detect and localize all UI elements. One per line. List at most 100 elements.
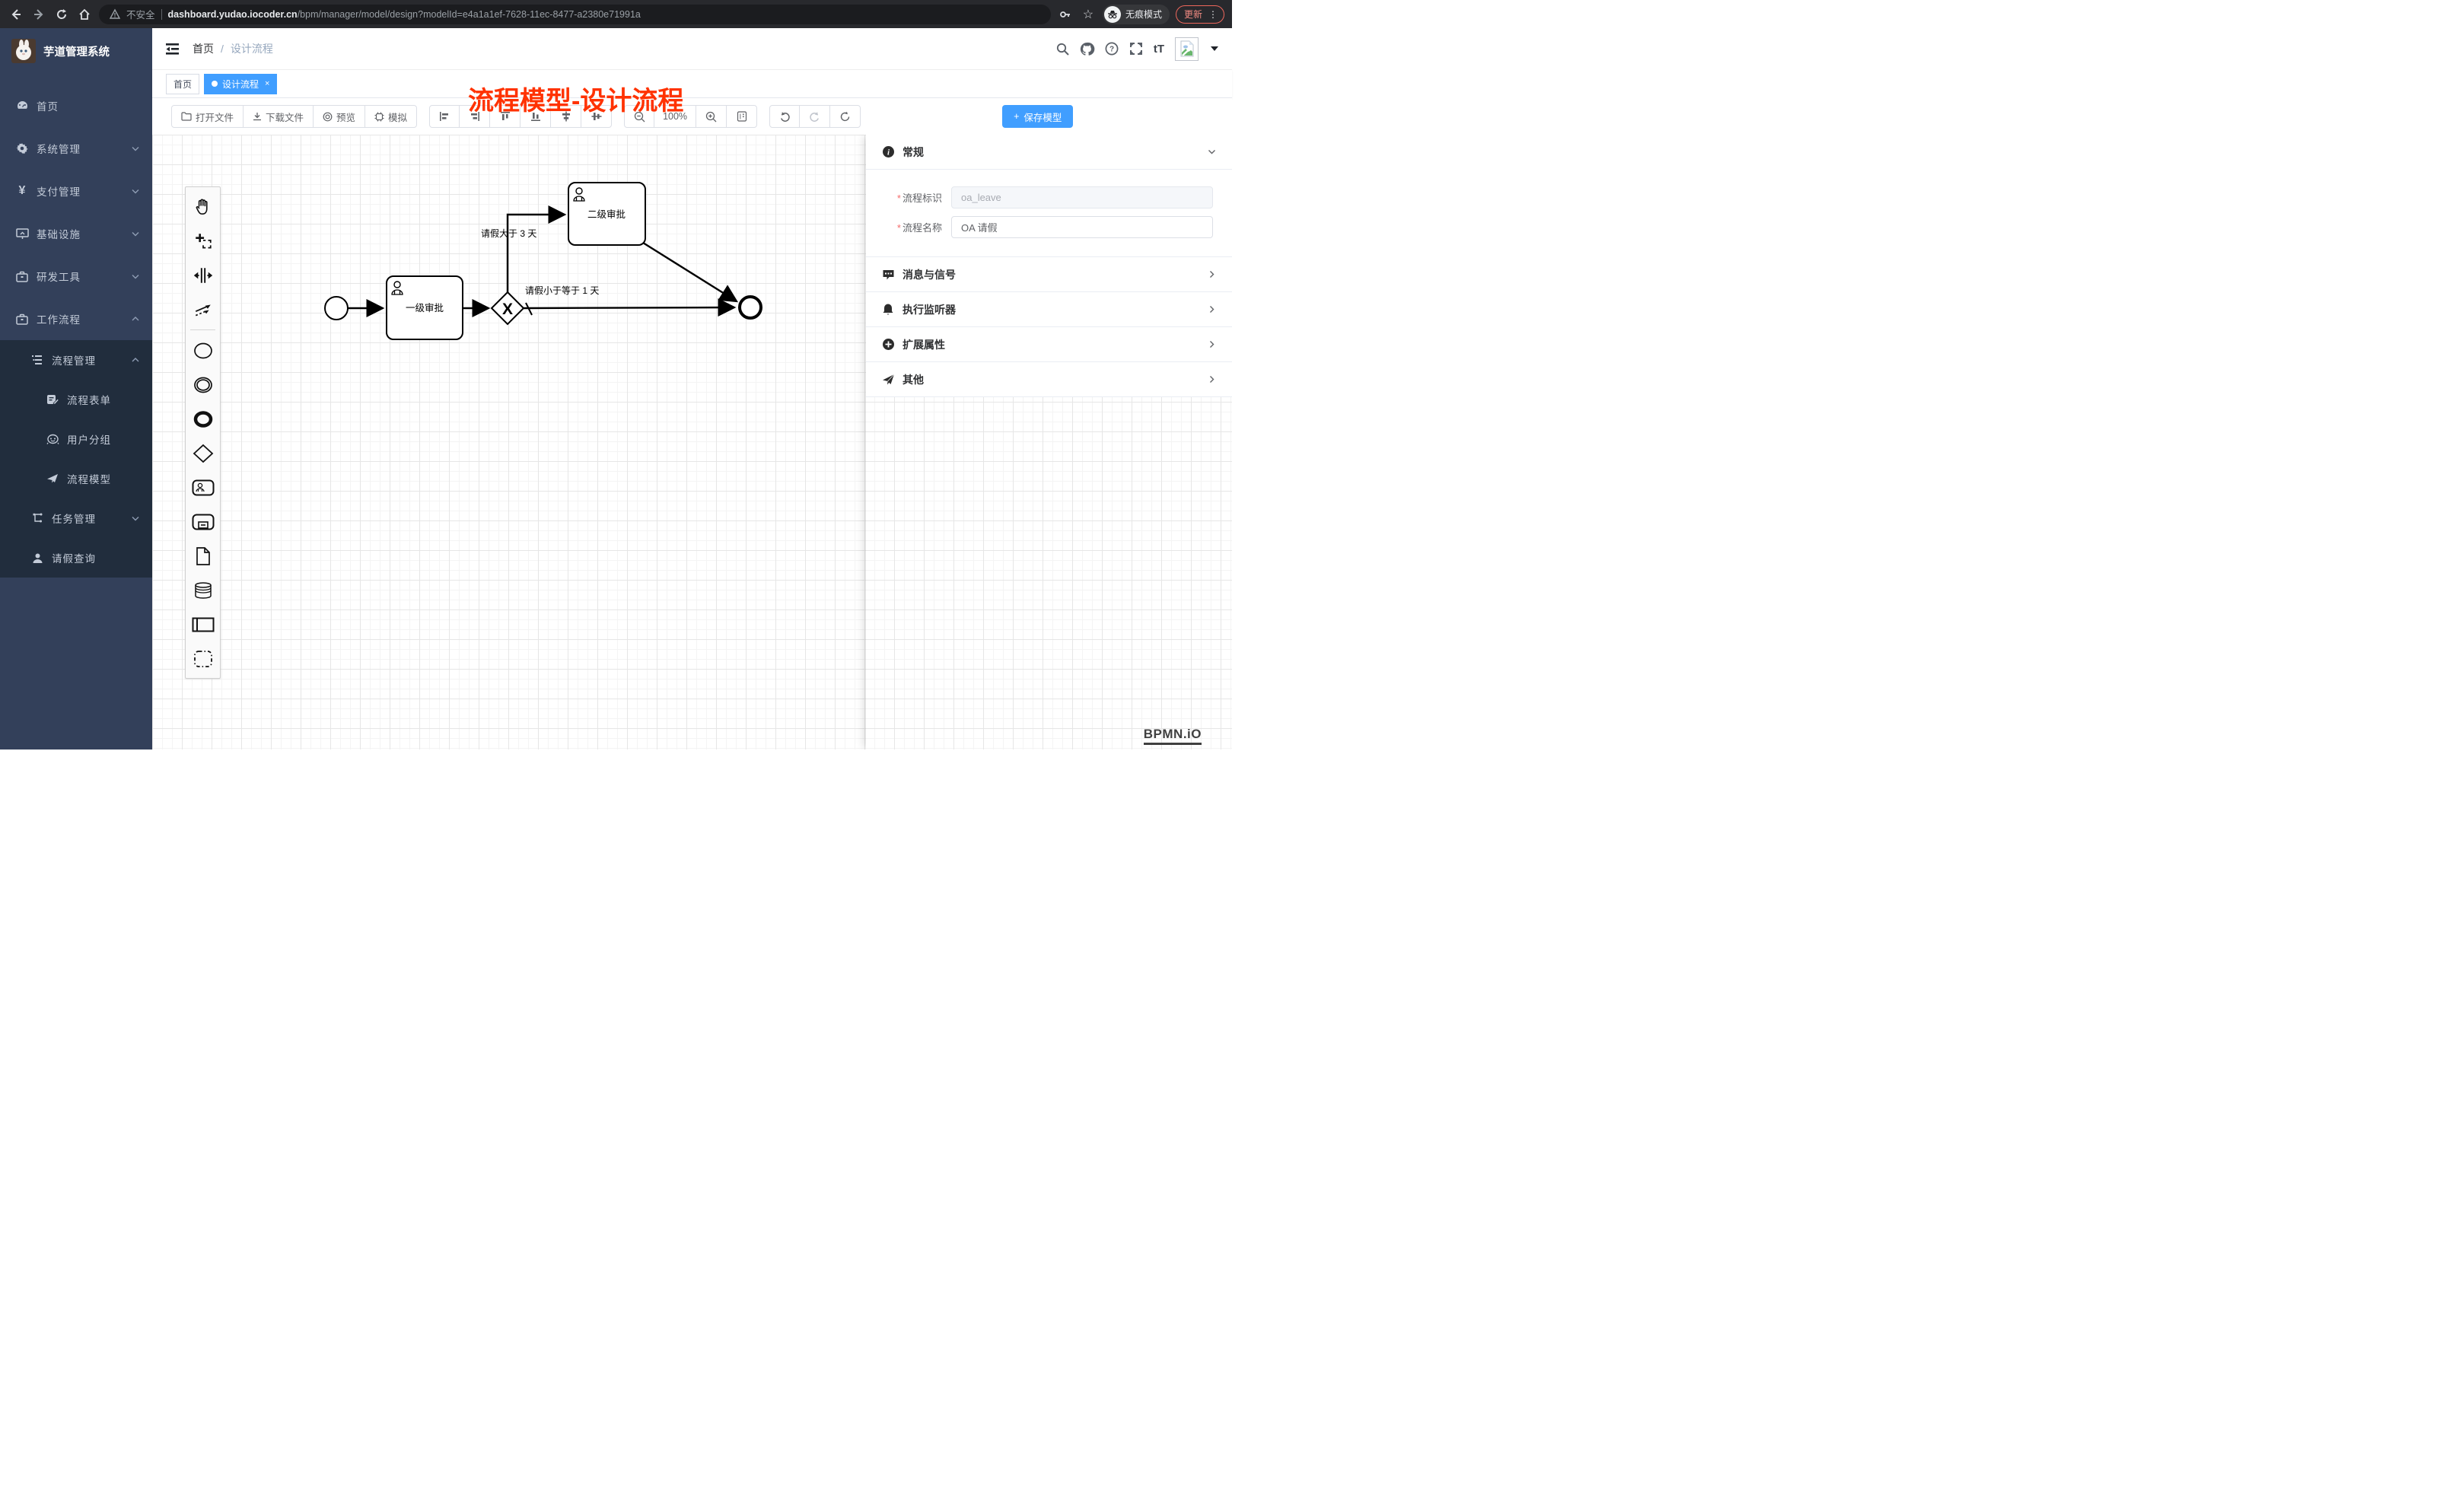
preview-button[interactable]: 预览 (314, 105, 365, 128)
task-first-approval[interactable]: 一级审批 (387, 276, 463, 339)
reload-icon[interactable] (53, 6, 70, 23)
divider (161, 9, 162, 20)
bookmark-star-icon[interactable]: ☆ (1080, 6, 1097, 23)
file-button-group: 打开文件 下载文件 预览 模拟 (171, 105, 417, 128)
align-right-icon[interactable] (460, 105, 490, 128)
fullscreen-icon[interactable] (1129, 42, 1143, 56)
align-center-vertical-icon[interactable] (551, 105, 581, 128)
participant-icon[interactable] (186, 607, 220, 641)
app-logo (11, 39, 36, 63)
github-icon[interactable] (1080, 42, 1094, 56)
data-store-icon[interactable] (186, 573, 220, 607)
tab-design-process[interactable]: 设计流程 × (204, 74, 277, 94)
sidebar-item-infrastructure[interactable]: 基础设施 (0, 212, 152, 255)
zoom-in-icon[interactable] (696, 105, 727, 128)
nav-header: 首页 / 设计流程 ? tT (152, 28, 1232, 70)
chevron-right-icon (1207, 339, 1217, 349)
incognito-label: 无痕模式 (1125, 8, 1162, 21)
plus-icon: + (1014, 111, 1019, 122)
group-icon[interactable] (186, 641, 220, 676)
password-key-icon[interactable] (1057, 6, 1074, 23)
sidebar-item-leave-query[interactable]: 请假查询 (0, 538, 152, 578)
security-label: 不安全 (126, 7, 155, 21)
start-event[interactable] (325, 297, 348, 320)
section-message-signal[interactable]: 消息与信号 (866, 257, 1232, 292)
section-general[interactable]: i 常规 (866, 135, 1232, 170)
undo-icon[interactable] (769, 105, 800, 128)
back-icon[interactable] (8, 6, 24, 23)
help-icon[interactable]: ? (1105, 42, 1119, 56)
sidebar-item-dev-tools[interactable]: 研发工具 (0, 255, 152, 298)
sidebar-item-user-groups[interactable]: 用户分组 (0, 419, 152, 459)
end-event[interactable] (740, 297, 761, 318)
align-top-icon[interactable] (490, 105, 520, 128)
open-file-button[interactable]: 打开文件 (171, 105, 244, 128)
redo-icon[interactable] (800, 105, 830, 128)
chevron-down-icon (131, 186, 140, 196)
home-icon[interactable] (76, 6, 93, 23)
sidebar-item-home[interactable]: 首页 (0, 84, 152, 127)
search-icon[interactable] (1056, 43, 1069, 56)
task-second-approval[interactable]: 二级审批 (568, 183, 645, 245)
section-other[interactable]: 其他 (866, 362, 1232, 397)
exclusive-gateway[interactable]: X (492, 292, 524, 324)
process-key-label: 流程标识 (903, 193, 942, 204)
save-model-button[interactable]: + 保存模型 (1002, 105, 1073, 128)
fit-viewport-icon[interactable] (727, 105, 757, 128)
align-left-icon[interactable] (429, 105, 460, 128)
history-button-group (769, 105, 861, 128)
sidebar-item-task-management[interactable]: 任务管理 (0, 498, 152, 538)
bpmn-canvas[interactable]: 一级审批 X 二级审批 (152, 135, 1232, 750)
app-logo-row[interactable]: 芋道管理系统 (0, 31, 152, 71)
forward-icon[interactable] (30, 6, 47, 23)
paper-plane-icon (46, 473, 59, 484)
chevron-down-icon (1207, 147, 1217, 157)
sidebar-item-process-model[interactable]: 流程模型 (0, 459, 152, 498)
process-name-label: 流程名称 (903, 222, 942, 234)
align-center-horizontal-icon[interactable] (581, 105, 612, 128)
form-edit-icon (46, 394, 59, 406)
process-name-input[interactable] (951, 216, 1213, 238)
section-extended-attributes[interactable]: 扩展属性 (866, 327, 1232, 362)
sidebar-collapse-icon[interactable] (166, 43, 180, 56)
align-bottom-icon[interactable] (520, 105, 551, 128)
yen-icon: ¥ (15, 184, 29, 198)
edge-label-gt3[interactable]: 请假大于 3 天 (481, 228, 536, 239)
font-size-icon[interactable]: tT (1154, 43, 1164, 56)
incognito-icon (1104, 6, 1121, 23)
breadcrumb-home[interactable]: 首页 (193, 41, 214, 56)
sidebar-item-payment[interactable]: ¥ 支付管理 (0, 170, 152, 212)
section-execution-listener[interactable]: 执行监听器 (866, 292, 1232, 327)
sidebar-item-workflow[interactable]: 工作流程 (0, 298, 152, 340)
designer-toolbar: 打开文件 下载文件 预览 模拟 (152, 98, 1232, 135)
chevron-right-icon (1207, 374, 1217, 384)
avatar[interactable] (1175, 37, 1199, 61)
tab-home[interactable]: 首页 (166, 74, 199, 94)
zoom-out-icon[interactable] (624, 105, 654, 128)
address-bar[interactable]: 不安全 dashboard.yudao.iocoder.cn/bpm/manag… (99, 5, 1051, 24)
bpmn-diagram[interactable]: 一级审批 X 二级审批 (152, 135, 866, 515)
download-file-button[interactable]: 下载文件 (244, 105, 314, 128)
update-button[interactable]: 更新 ⋮ (1176, 5, 1224, 24)
active-dot (212, 81, 218, 87)
sidebar-item-system[interactable]: 系统管理 (0, 127, 152, 170)
sidebar-item-process-management[interactable]: 流程管理 (0, 340, 152, 380)
simulate-button[interactable]: 模拟 (365, 105, 417, 128)
close-icon[interactable]: × (265, 79, 269, 88)
flow-gateway-to-end[interactable] (524, 307, 734, 308)
bpmn-io-watermark[interactable]: BPMN.iO (1144, 727, 1202, 745)
data-object-icon[interactable] (186, 539, 220, 573)
flow-gateway-to-task2[interactable] (508, 215, 565, 292)
sidebar-item-process-form[interactable]: 流程表单 (0, 380, 152, 419)
edge-label-le1[interactable]: 请假小于等于 1 天 (525, 285, 599, 296)
monitor-icon (15, 228, 29, 240)
flow-task2-to-end[interactable] (643, 243, 737, 301)
avatar-dropdown-icon[interactable] (1211, 46, 1218, 51)
chevron-down-icon (131, 229, 140, 238)
warning-icon (110, 6, 120, 23)
gear-icon (15, 142, 29, 154)
browser-chrome: 不安全 dashboard.yudao.iocoder.cn/bpm/manag… (0, 0, 1232, 28)
dashboard-icon (15, 100, 29, 113)
restart-icon[interactable] (830, 105, 861, 128)
browser-menu-icon[interactable]: ⋮ (1208, 9, 1218, 20)
